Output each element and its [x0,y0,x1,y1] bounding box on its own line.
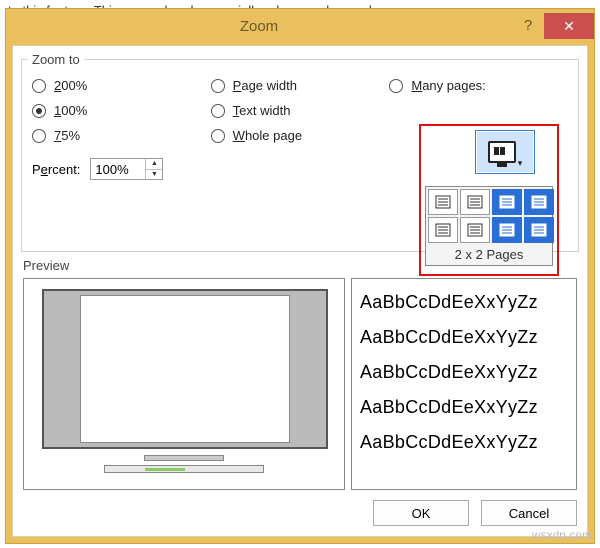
watermark: wsxdn.com [532,528,592,542]
monitor-graphic [42,289,328,449]
zoom-to-legend: Zoom to [28,52,84,67]
sample-line: AaBbCcDdEeXxYyZz [360,320,568,355]
radio-label: Many pages: [411,78,485,93]
radio-label: Whole page [233,128,302,143]
radio-icon [32,104,46,118]
percent-spinner[interactable]: ▲ ▼ [90,158,163,180]
grid-cell-2-1[interactable] [428,217,458,243]
grid-cell-2-3[interactable] [492,217,522,243]
radio-75[interactable]: 75% [32,123,211,148]
sample-line: AaBbCcDdEeXxYyZz [360,285,568,320]
sample-line: AaBbCcDdEeXxYyZz [360,355,568,390]
radio-icon [32,79,46,93]
monitor-screen [80,295,290,443]
radio-label: 100% [54,103,87,118]
close-button[interactable]: ✕ [544,13,594,39]
font-sample-box: AaBbCcDdEeXxYyZz AaBbCcDdEeXxYyZz AaBbCc… [351,278,577,490]
grid-cell-2-2[interactable] [460,217,490,243]
spinner-up-icon[interactable]: ▲ [146,159,162,170]
radio-page-width[interactable]: Page width [211,73,390,98]
monitor-stand [144,455,224,461]
percent-label: Percent: [32,162,80,177]
radio-icon [389,79,403,93]
radio-icon [211,129,225,143]
preview-monitor [23,278,345,490]
grid-cell-1-2[interactable] [460,189,490,215]
chevron-down-icon: ▾ [518,158,523,169]
radio-100[interactable]: 100% [32,98,211,123]
radio-200[interactable]: 200% [32,73,211,98]
preview-label: Preview [23,258,69,273]
help-button[interactable]: ? [512,14,544,38]
ok-button[interactable]: OK [373,500,469,526]
titlebar: Zoom ? ✕ [6,9,594,43]
radio-label: 75% [54,128,80,143]
radio-label: Page width [233,78,297,93]
cancel-button[interactable]: Cancel [481,500,577,526]
monitor-base [104,465,264,473]
grid-cell-2-4[interactable] [524,217,554,243]
radio-label: 200% [54,78,87,93]
zoom-dialog: Zoom ? ✕ Zoom to 200% 100% 7 [5,8,595,544]
many-pages-grid[interactable] [425,186,553,246]
grid-cell-1-4[interactable] [524,189,554,215]
many-pages-grid-label: 2 x 2 Pages [425,244,553,266]
radio-icon [211,79,225,93]
monitor-icon [488,141,516,163]
radio-whole-page[interactable]: Whole page [211,123,390,148]
radio-label: Text width [233,103,291,118]
sample-line: AaBbCcDdEeXxYyZz [360,390,568,425]
grid-cell-1-3[interactable] [492,189,522,215]
dialog-title: Zoom [6,18,512,35]
radio-icon [211,104,225,118]
dialog-body: Zoom to 200% 100% 75% [12,45,588,537]
percent-input[interactable] [91,159,145,179]
spinner-down-icon[interactable]: ▼ [146,170,162,180]
radio-text-width[interactable]: Text width [211,98,390,123]
radio-many-pages[interactable]: Many pages: [389,73,568,98]
many-pages-picker-button[interactable]: ▾ [475,130,535,174]
radio-icon [32,129,46,143]
sample-line: AaBbCcDdEeXxYyZz [360,425,568,460]
grid-cell-1-1[interactable] [428,189,458,215]
